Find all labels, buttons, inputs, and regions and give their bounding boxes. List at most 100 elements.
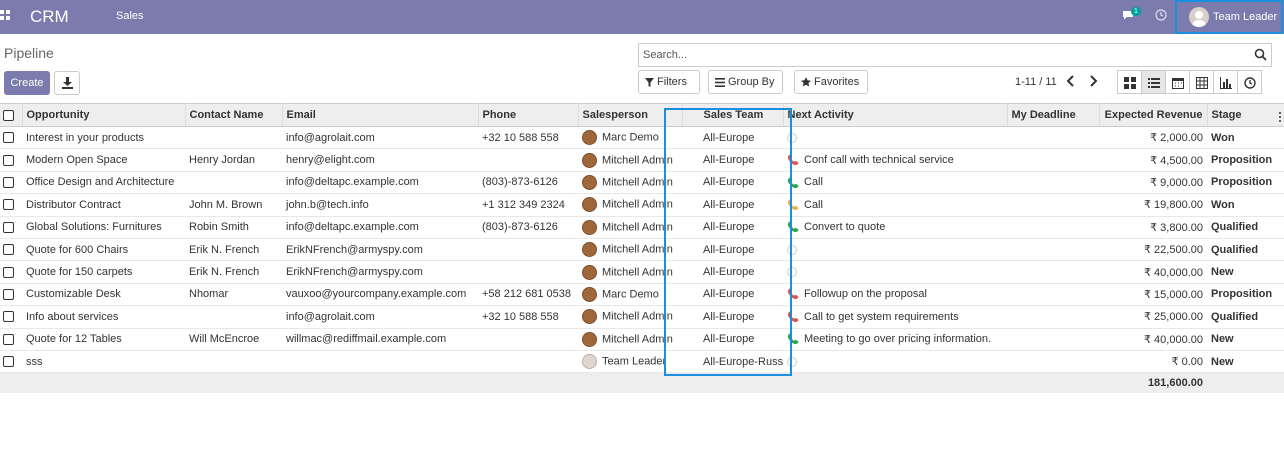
cell-salesperson[interactable]: Mitchell Admin [578, 238, 682, 262]
cell-phone[interactable] [478, 238, 578, 262]
cell-opportunity[interactable]: Customizable Desk [22, 283, 185, 307]
search-input[interactable] [643, 47, 1243, 63]
table-row[interactable]: Global Solutions: Furnitures Robin Smith i… [0, 216, 1284, 239]
cell-next-activity[interactable]: Call [783, 193, 1007, 217]
no-activity-icon[interactable] [787, 267, 797, 278]
column-options-icon[interactable] [1278, 112, 1281, 122]
cell-phone[interactable]: (803)-873-6126 [478, 216, 578, 239]
cell-sales-team[interactable]: All-Europe [682, 328, 783, 351]
cell-opportunity[interactable]: sss [22, 350, 185, 374]
cell-phone[interactable]: +58 212 681 0538 [478, 283, 578, 307]
cell-salesperson[interactable]: Mitchell Admin [578, 193, 682, 217]
cell-opportunity[interactable]: Office Design and Architecture [22, 171, 185, 195]
phone-icon[interactable] [787, 333, 799, 345]
cell-salesperson[interactable]: Mitchell Admin [578, 260, 682, 284]
cell-salesperson[interactable]: Mitchell Admin [578, 171, 682, 195]
cell-email[interactable]: ErikNFrench@armyspy.com [282, 260, 478, 284]
cell-email[interactable]: info@deltapc.example.com [282, 216, 478, 239]
cell-email[interactable]: vauxoo@yourcompany.example.com [282, 283, 478, 307]
cell-phone[interactable]: (803)-873-6126 [478, 171, 578, 195]
column-my-deadline[interactable]: My Deadline [1007, 103, 1100, 127]
cell-stage[interactable]: Proposition [1207, 283, 1284, 307]
cell-expected-revenue[interactable]: ₹ 0.00 [1099, 350, 1207, 374]
calendar-view-button[interactable] [1165, 70, 1190, 94]
row-checkbox-cell[interactable] [0, 238, 22, 262]
table-row[interactable]: Modern Open Space Henry Jordan henry@eligh… [0, 148, 1284, 172]
phone-icon[interactable] [787, 221, 799, 233]
kanban-view-button[interactable] [1117, 70, 1142, 94]
menu-sales[interactable]: Sales [116, 10, 144, 22]
cell-stage[interactable]: Qualified [1207, 238, 1284, 262]
cell-my-deadline[interactable] [1007, 283, 1099, 307]
cell-contact-name[interactable]: Erik N. French [185, 260, 282, 284]
cell-opportunity[interactable]: Quote for 12 Tables [22, 328, 185, 351]
cell-phone[interactable]: +1 312 349 2324 [478, 193, 578, 217]
cell-expected-revenue[interactable]: ₹ 19,800.00 [1099, 193, 1207, 217]
cell-salesperson[interactable]: Mitchell Admin [578, 328, 682, 351]
cell-my-deadline[interactable] [1007, 148, 1099, 172]
column-phone[interactable]: Phone [478, 103, 579, 127]
cell-opportunity[interactable]: Info about services [22, 305, 185, 329]
cell-next-activity[interactable]: Meeting to go over pricing information. [783, 328, 1007, 351]
column-expected-revenue[interactable]: Expected Revenue [1099, 103, 1208, 127]
no-activity-icon[interactable] [787, 244, 797, 255]
row-checkbox-cell[interactable] [0, 350, 22, 374]
cell-phone[interactable] [478, 328, 578, 351]
chevron-left-icon[interactable] [1064, 72, 1078, 90]
cell-phone[interactable] [478, 148, 578, 172]
cell-next-activity[interactable]: Call [783, 171, 1007, 195]
apps-menu-icon[interactable] [0, 10, 10, 20]
download-button[interactable] [54, 71, 80, 95]
column-email[interactable]: Email [282, 103, 479, 127]
row-checkbox[interactable] [3, 333, 14, 345]
cell-sales-team[interactable]: All-Europe [682, 216, 783, 239]
row-checkbox[interactable] [3, 356, 14, 368]
cell-my-deadline[interactable] [1007, 260, 1099, 284]
cell-stage[interactable]: New [1207, 328, 1284, 351]
cell-sales-team[interactable]: All-Europe [682, 260, 783, 284]
cell-stage[interactable]: New [1207, 260, 1284, 284]
row-checkbox[interactable] [3, 311, 14, 323]
table-row[interactable]: Quote for 600 Chairs Erik N. French ErikNF… [0, 238, 1284, 262]
cell-opportunity[interactable]: Global Solutions: Furnitures [22, 216, 185, 239]
cell-stage[interactable]: Won [1207, 193, 1284, 217]
cell-salesperson[interactable]: Mitchell Admin [578, 216, 682, 239]
cell-my-deadline[interactable] [1007, 126, 1099, 150]
cell-my-deadline[interactable] [1007, 350, 1099, 374]
select-all-checkbox[interactable] [3, 109, 14, 121]
cell-contact-name[interactable] [185, 350, 282, 374]
table-row[interactable]: Office Design and Architecture info@delta… [0, 171, 1284, 195]
cell-next-activity[interactable] [783, 238, 1007, 262]
cell-my-deadline[interactable] [1007, 238, 1099, 262]
phone-icon[interactable] [787, 177, 799, 189]
table-row[interactable]: Interest in your products info@agrolait.c… [0, 126, 1284, 150]
cell-my-deadline[interactable] [1007, 193, 1099, 217]
user-menu[interactable]: Team Leader [1175, 0, 1283, 34]
cell-email[interactable]: info@deltapc.example.com [282, 171, 478, 195]
table-row[interactable]: Distributor Contract John M. Brown john.b@… [0, 193, 1284, 217]
cell-next-activity[interactable]: Convert to quote [783, 216, 1007, 239]
row-checkbox[interactable] [3, 221, 14, 233]
chevron-right-icon[interactable] [1086, 72, 1100, 90]
activity-clock-icon[interactable] [1155, 9, 1167, 21]
row-checkbox-cell[interactable] [0, 126, 22, 150]
column-next-activity[interactable]: Next Activity [783, 103, 1008, 127]
cell-salesperson[interactable]: Mitchell Admin [578, 305, 682, 329]
graph-view-button[interactable] [1213, 70, 1238, 94]
cell-salesperson[interactable]: Mitchell Admin [578, 148, 682, 172]
cell-my-deadline[interactable] [1007, 171, 1099, 195]
cell-contact-name[interactable]: Henry Jordan [185, 148, 282, 172]
cell-expected-revenue[interactable]: ₹ 9,000.00 [1099, 171, 1207, 195]
cell-email[interactable]: henry@elight.com [282, 148, 478, 172]
cell-sales-team[interactable]: All-Europe [682, 126, 783, 150]
row-checkbox-cell[interactable] [0, 305, 22, 329]
cell-expected-revenue[interactable]: ₹ 40,000.00 [1099, 328, 1207, 351]
cell-my-deadline[interactable] [1007, 328, 1099, 351]
cell-next-activity[interactable] [783, 126, 1007, 150]
row-checkbox-cell[interactable] [0, 328, 22, 351]
app-title[interactable]: CRM [30, 7, 69, 27]
cell-email[interactable]: john.b@tech.info [282, 193, 478, 217]
row-checkbox[interactable] [3, 132, 14, 144]
cell-sales-team[interactable]: All-Europe [682, 238, 783, 262]
cell-contact-name[interactable] [185, 126, 282, 150]
